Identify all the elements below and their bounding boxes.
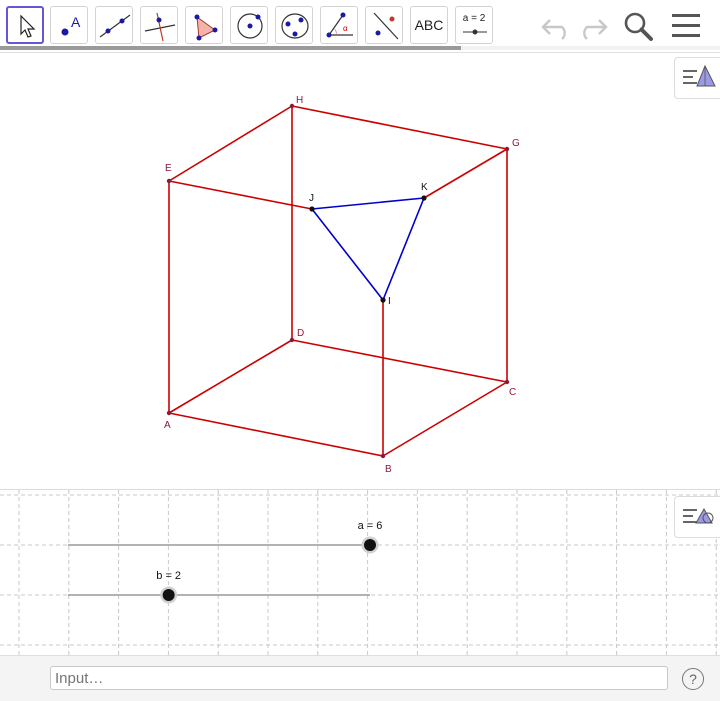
point-label-J: J [309, 193, 314, 204]
point-C[interactable] [504, 379, 510, 385]
help-icon: ? [689, 671, 697, 687]
toolbar-scrollbar[interactable] [0, 46, 720, 50]
point-G[interactable] [504, 146, 510, 152]
triangle-ijk-edges [311, 197, 425, 301]
line-icon [99, 14, 131, 38]
point-J[interactable] [309, 206, 315, 212]
segment-CD[interactable] [291, 339, 508, 383]
graphics-3d-view[interactable]: A B C D E G H I J K [0, 52, 720, 489]
segment-KI[interactable] [382, 197, 425, 301]
perpendicular-tool-button[interactable] [140, 6, 178, 44]
slider-icon [463, 29, 487, 35]
graphics-2d-view[interactable]: a = 6 b = 2 [0, 489, 720, 656]
cursor-arrow-icon [20, 14, 36, 38]
point-label-G: G [512, 138, 520, 149]
help-button[interactable]: ? [682, 668, 704, 690]
undo-icon[interactable] [540, 14, 574, 40]
style-bar-3d-icon [683, 64, 716, 87]
conic-tool-button[interactable] [275, 6, 313, 44]
slider-b-knob[interactable] [162, 589, 175, 601]
segment-HG[interactable] [291, 105, 508, 150]
cube-drawing: A B C D E G H I J K [164, 95, 520, 475]
circle-three-points-icon [281, 13, 309, 39]
segment-KG[interactable] [423, 148, 508, 199]
angle-tool-button[interactable]: α [320, 6, 358, 44]
input-bar: ? [0, 655, 720, 701]
point-H[interactable] [289, 103, 295, 109]
slider-a-label: a = 6 [358, 520, 383, 532]
circle-center-point-icon [237, 13, 263, 39]
graphics-2d-style-bar-toggle[interactable] [674, 496, 720, 538]
point-A[interactable] [166, 410, 172, 416]
slider-tool-button[interactable]: a = 2 [455, 6, 493, 44]
point-D[interactable] [289, 337, 295, 343]
point-label-A: A [164, 420, 171, 431]
angle-icon: α [326, 12, 353, 38]
perpendicular-line-icon [144, 12, 176, 42]
point-label-E: E [165, 163, 172, 174]
input-field[interactable] [50, 666, 668, 690]
segment-EJ[interactable] [168, 180, 313, 210]
reflect-about-line-icon [373, 12, 399, 40]
reflect-tool-button[interactable] [365, 6, 403, 44]
toolbar: A α ABC a = 2 [0, 0, 720, 52]
sliders[interactable]: a = 6 b = 2 [68, 520, 382, 604]
segment-BC[interactable] [382, 381, 508, 457]
menu-icon[interactable] [670, 11, 702, 41]
point-label-D: D [297, 328, 304, 339]
slider-b-label: b = 2 [156, 570, 181, 582]
point-label-K: K [421, 182, 428, 193]
point-E[interactable] [166, 178, 172, 184]
segment-EH[interactable] [168, 105, 293, 182]
toolbar-scrollbar-thumb[interactable] [0, 46, 461, 50]
style-bar-2d-icon [683, 507, 714, 524]
polygon-tool-button[interactable] [185, 6, 223, 44]
text-tool-button[interactable]: ABC [410, 6, 448, 44]
circle-tool-button[interactable] [230, 6, 268, 44]
point-K[interactable] [421, 195, 427, 201]
svg-text:A: A [71, 14, 81, 30]
point-label-C: C [509, 387, 516, 398]
line-tool-button[interactable] [95, 6, 133, 44]
move-tool-button[interactable] [6, 6, 44, 44]
grid-and-sliders: a = 6 b = 2 [0, 490, 720, 656]
slider-a-knob[interactable] [364, 539, 376, 551]
point-I[interactable] [380, 297, 386, 303]
segment-DA[interactable] [168, 339, 293, 414]
point-icon: A [61, 14, 81, 36]
point-label-H: H [296, 95, 303, 106]
point-tool-button[interactable]: A [50, 6, 88, 44]
svg-text:α: α [343, 24, 348, 33]
segment-IJ[interactable] [311, 208, 384, 301]
point-label-I: I [388, 296, 391, 307]
point-B[interactable] [380, 453, 386, 459]
graphics-3d-style-bar-toggle[interactable] [674, 57, 720, 99]
grid [0, 490, 720, 656]
search-icon[interactable] [622, 10, 656, 44]
point-label-B: B [385, 464, 392, 475]
segment-JK[interactable] [311, 197, 425, 210]
text-tool-label: ABC [414, 17, 444, 33]
polygon-icon [194, 14, 218, 41]
cube-edges [168, 105, 508, 457]
segment-AB[interactable] [168, 412, 384, 457]
redo-icon[interactable] [575, 14, 609, 40]
